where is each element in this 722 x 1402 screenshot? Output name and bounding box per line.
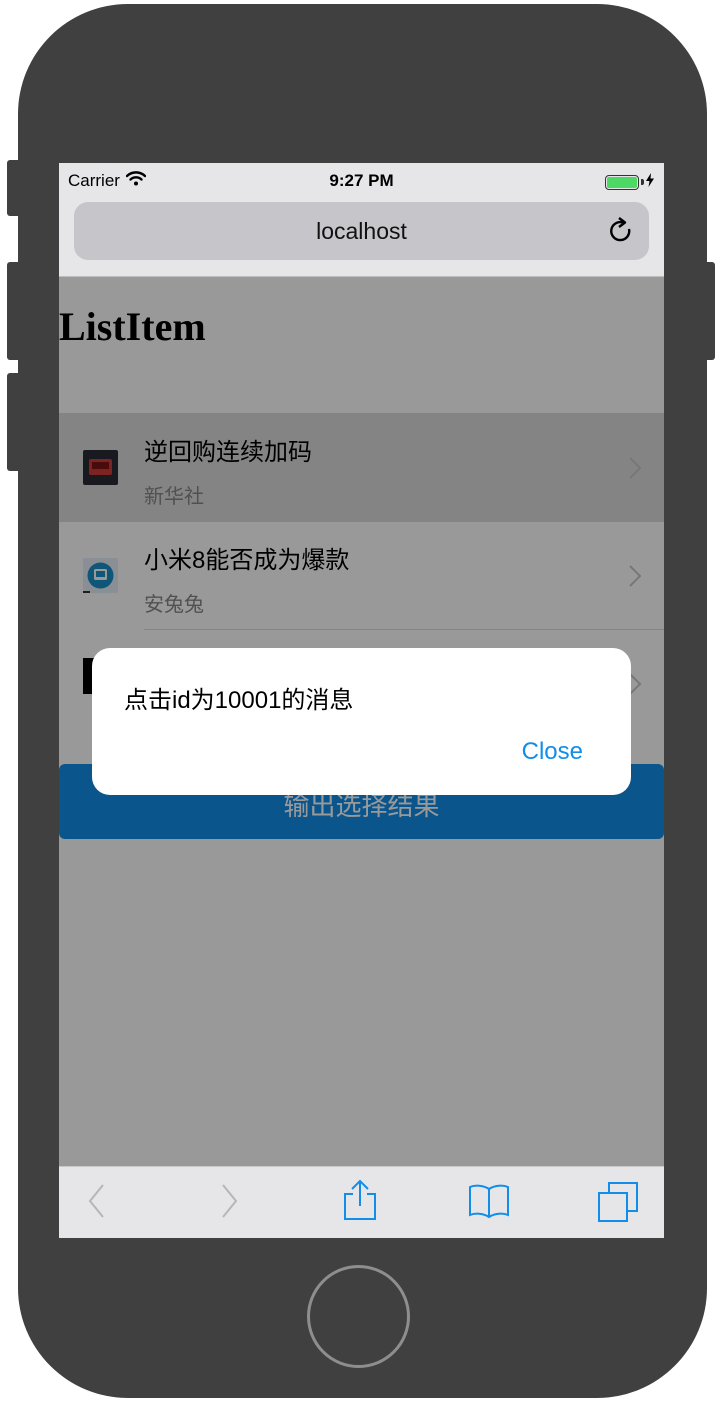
clock: 9:27 PM bbox=[329, 171, 394, 190]
status-bar: Carrier 9:27 PM bbox=[59, 163, 664, 199]
volume-down-button bbox=[7, 373, 21, 471]
mute-switch bbox=[7, 160, 21, 216]
url-text: localhost bbox=[316, 218, 407, 244]
bookmarks-icon[interactable] bbox=[467, 1183, 511, 1224]
forward-icon[interactable] bbox=[219, 1183, 239, 1224]
charging-icon bbox=[646, 172, 654, 192]
reload-icon[interactable] bbox=[609, 217, 635, 250]
volume-up-button bbox=[7, 262, 21, 360]
browser-chrome: localhost bbox=[59, 199, 664, 277]
browser-toolbar bbox=[59, 1166, 664, 1238]
share-icon[interactable] bbox=[342, 1179, 378, 1226]
close-button[interactable]: Close bbox=[522, 738, 583, 766]
address-bar[interactable]: localhost bbox=[74, 202, 649, 260]
alert-message: 点击id为10001的消息 bbox=[124, 687, 354, 714]
power-button bbox=[701, 262, 715, 360]
back-icon[interactable] bbox=[87, 1183, 107, 1224]
alert-dialog: 点击id为10001的消息 Close bbox=[92, 648, 631, 795]
battery-icon bbox=[605, 172, 654, 192]
home-button[interactable] bbox=[307, 1265, 410, 1368]
tabs-icon[interactable] bbox=[597, 1181, 639, 1228]
